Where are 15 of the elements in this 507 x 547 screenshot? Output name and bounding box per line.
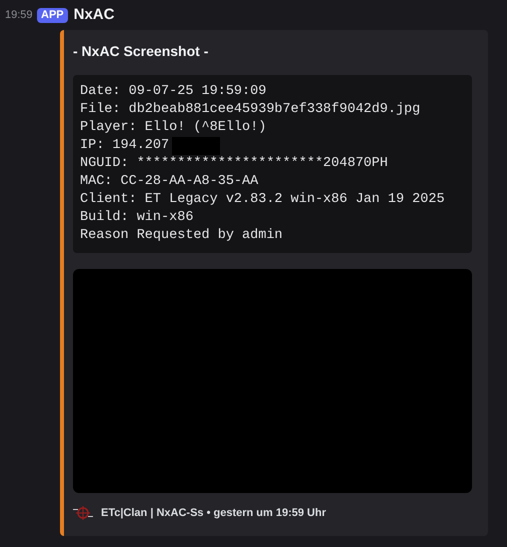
code-line: Date: 09-07-25 19:59:09 <box>80 82 266 101</box>
code-line: IP: 194.207 <box>80 136 170 155</box>
embed-footer: ETc|Clan | NxAC-Ss • gestern um 19:59 Uhr <box>101 505 326 522</box>
code-line: Player: Ello! (^8Ello!) <box>80 118 266 137</box>
code-line: NGUID: ***********************204870PH <box>80 154 388 173</box>
crosshair-logo-icon <box>73 505 93 522</box>
code-line: Build: win-x86 <box>80 208 194 227</box>
code-line: Reason Requested by admin <box>80 226 283 245</box>
code-line: Client: ET Legacy v2.83.2 win-x86 Jan 19 2025 <box>80 190 445 209</box>
timestamp: 19:59 <box>5 8 34 23</box>
app-tag: APP <box>37 8 68 22</box>
author-name[interactable]: NxAC <box>74 4 114 26</box>
code-line: File: db2beab881cee45939b7ef338f9042d9.jpg <box>80 100 420 119</box>
embed-title: - NxAC Screenshot - <box>73 42 210 60</box>
code-line: MAC: CC-28-AA-A8-35-AA <box>80 172 258 191</box>
